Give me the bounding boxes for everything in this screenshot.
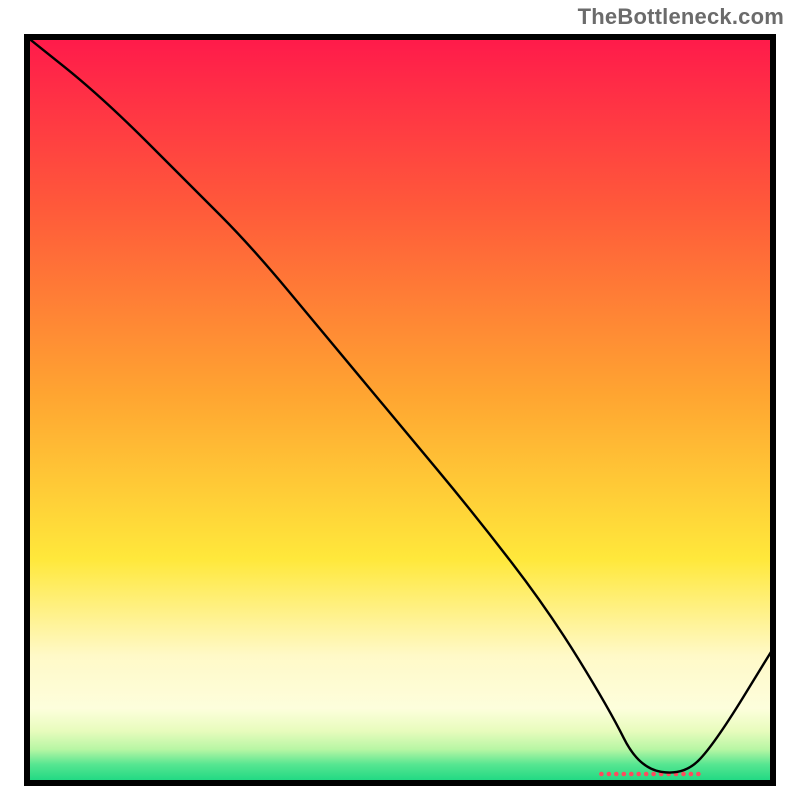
- optimal-zone-dot: [696, 772, 701, 777]
- optimal-zone-dot: [607, 772, 612, 777]
- chart-frame: TheBottleneck.com: [0, 0, 800, 800]
- optimal-zone-dot: [689, 772, 694, 777]
- optimal-zone-dot: [651, 772, 656, 777]
- gradient-background: [27, 37, 773, 783]
- optimal-zone-dot: [629, 772, 634, 777]
- optimal-zone-dot: [636, 772, 641, 777]
- optimal-zone-dot: [622, 772, 627, 777]
- optimal-zone-dot: [599, 772, 604, 777]
- watermark-text: TheBottleneck.com: [578, 4, 784, 30]
- optimal-zone-dot: [681, 772, 686, 777]
- bottleneck-chart: [24, 34, 776, 786]
- optimal-zone-dot: [644, 772, 649, 777]
- plot-area: [24, 34, 776, 786]
- optimal-zone-dot: [614, 772, 619, 777]
